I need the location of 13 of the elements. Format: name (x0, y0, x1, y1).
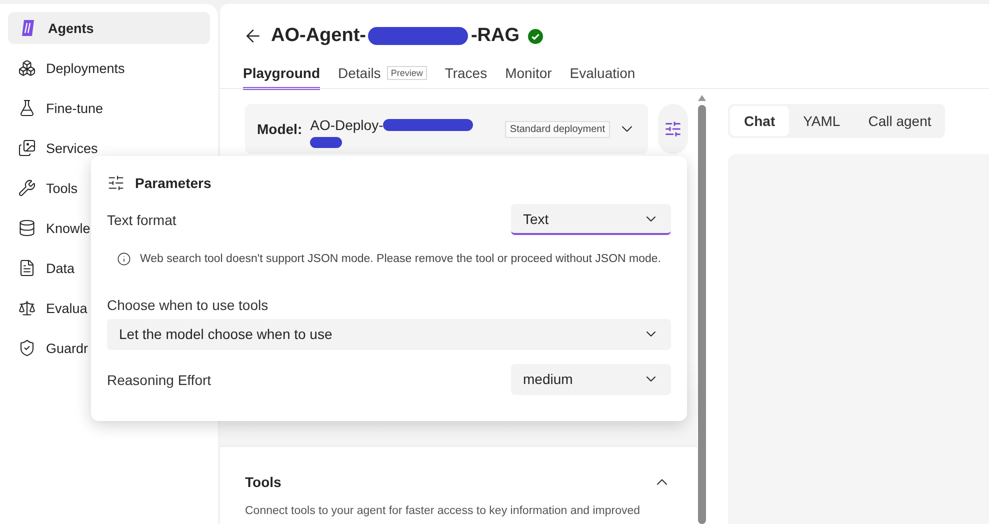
model-name: AO-Deploy- (310, 116, 384, 132)
preview-badge: Preview (386, 66, 427, 80)
field-label: Reasoning Effort (107, 372, 212, 388)
deployment-tag: Standard deployment (504, 120, 610, 138)
agent-title: -RAG (470, 25, 520, 47)
field-label: Text format (107, 212, 176, 228)
notice-text: Web search tool doesn't support JSON mode. Please remove the tool or proceed without JSON mode. (140, 253, 661, 265)
field-label: Choose when to use tools (107, 297, 270, 313)
section-description: Connect tools to your agent for faster access to key information and improved (245, 505, 642, 517)
agent-title: AO-Agent- (271, 25, 366, 47)
model-label: Model: (257, 121, 302, 137)
section-title: Tools (245, 474, 282, 490)
popover-title: Parameters (135, 175, 212, 191)
